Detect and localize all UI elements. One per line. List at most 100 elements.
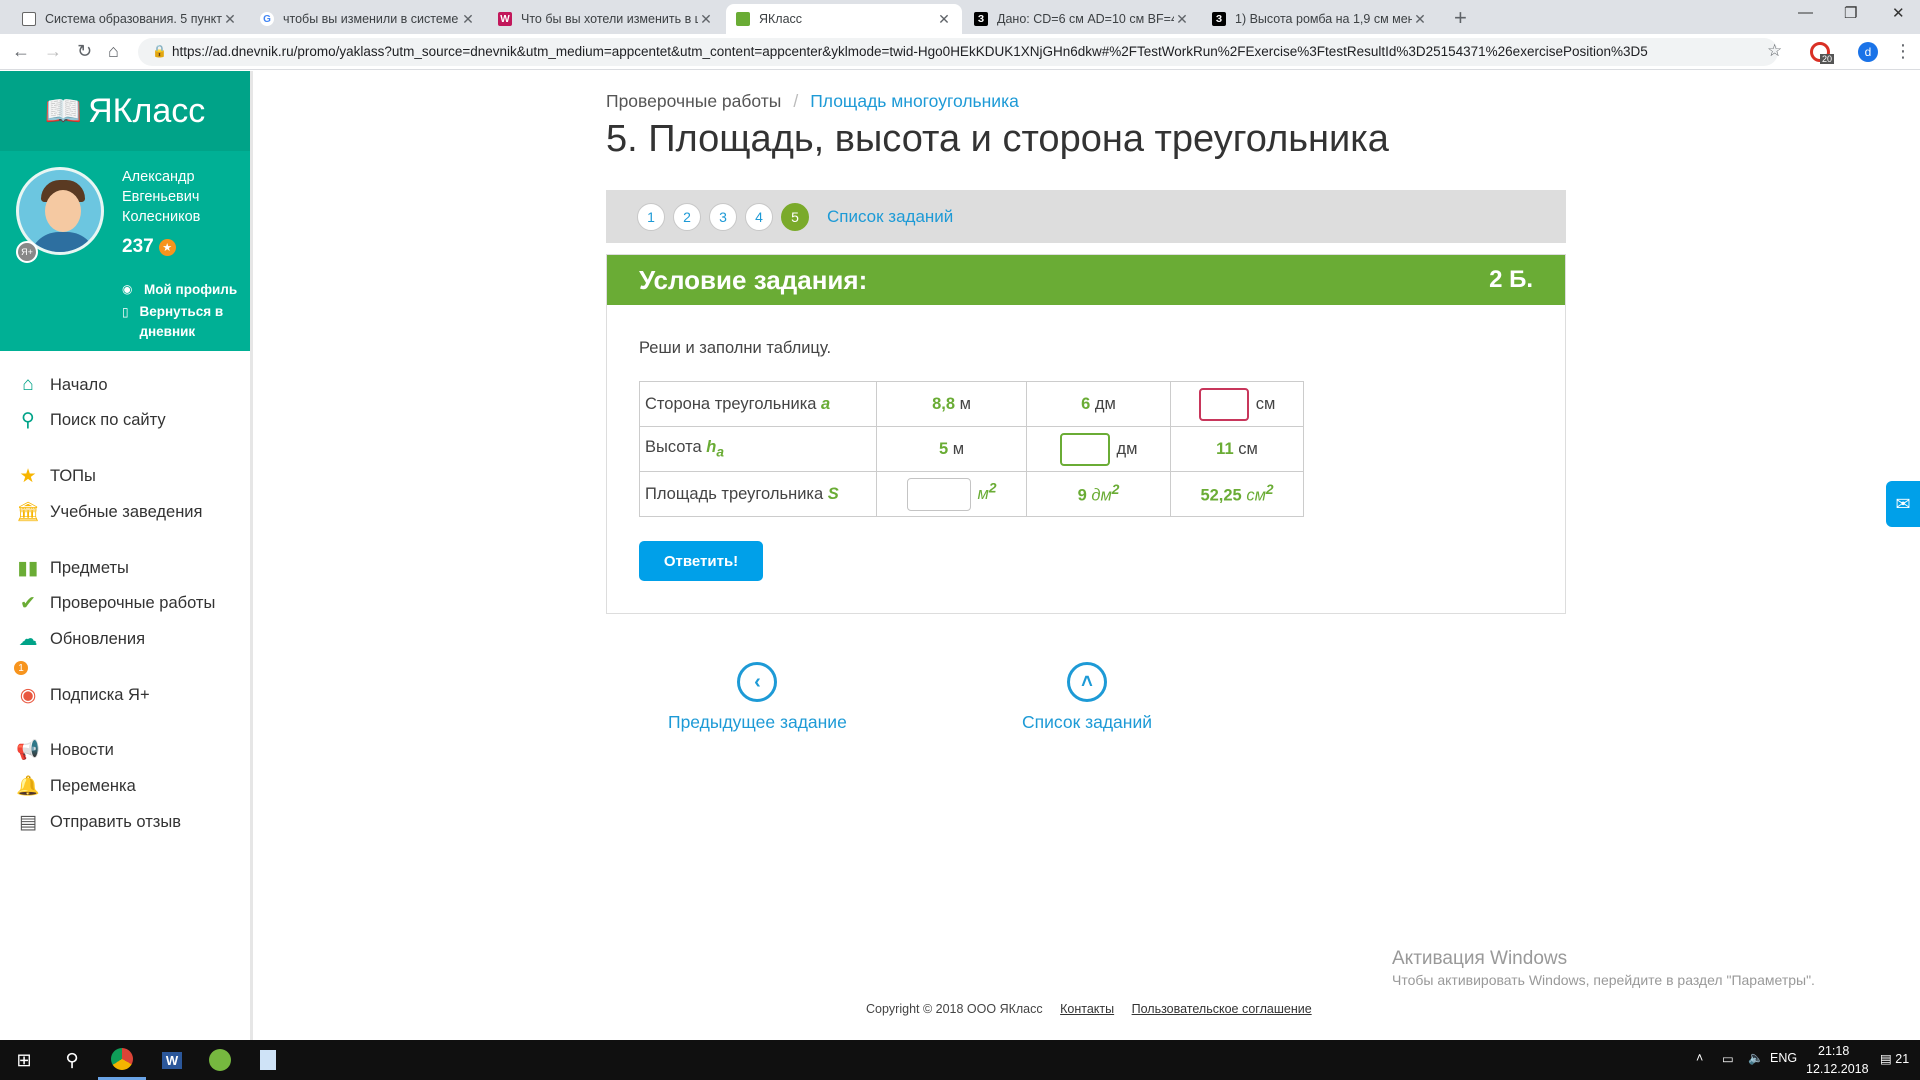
sidebar-item-news[interactable]: 📢 Новости — [16, 739, 114, 761]
search-icon[interactable]: ⚲ — [48, 1040, 96, 1080]
taskbar: ⊞ ⚲ W ˄ ▭ 🔈 ENG 21:18 12.12.2018 ▤ 21 — [0, 1040, 1920, 1080]
forward-icon[interactable]: → — [44, 41, 62, 62]
home-icon[interactable]: ⌂ — [108, 41, 119, 62]
menu-dots-icon[interactable]: ⋮ — [1894, 41, 1912, 62]
close-window-icon[interactable]: ✕ — [1892, 4, 1905, 22]
table-row: Сторона треугольника a 8,8 м 6 дм см — [639, 381, 1304, 427]
check-icon: ✔ — [20, 592, 36, 614]
sidebar-item-break[interactable]: 🔔 Переменка — [16, 775, 136, 797]
task-table: Сторона треугольника a 8,8 м 6 дм см Выс… — [639, 381, 1304, 517]
close-icon[interactable]: ✕ — [1174, 11, 1190, 28]
chrome-icon[interactable] — [98, 1040, 146, 1080]
znanija-icon: З — [974, 12, 988, 26]
browser-tab-1[interactable]: Система образования. 5 пункто ✕ — [12, 4, 248, 34]
reload-icon[interactable]: ↻ — [77, 41, 92, 62]
answer-input-area-m2[interactable] — [906, 477, 971, 511]
breadcrumb-current[interactable]: Площадь многоугольника — [810, 91, 1019, 111]
lock-icon: 🔒 — [152, 44, 167, 58]
star-icon: ★ — [158, 238, 176, 256]
close-icon[interactable]: ✕ — [460, 11, 476, 28]
sidebar-item-tests[interactable]: ✔ Проверочные работы — [16, 592, 215, 614]
bookmark-star-icon[interactable]: ☆ — [1767, 41, 1782, 61]
table-row: Площадь треугольника S м2 9 дм2 52,25 см… — [639, 471, 1304, 517]
breadcrumb-root[interactable]: Проверочные работы — [606, 91, 781, 111]
windows-watermark-text: Чтобы активировать Windows, перейдите в … — [1392, 972, 1815, 988]
step-5-current[interactable]: 5 — [781, 202, 809, 231]
profile-avatar[interactable]: d — [1858, 42, 1878, 62]
megaphone-icon: 📢 — [16, 740, 40, 761]
sidebar-item-tops[interactable]: ★ ТОПы — [16, 465, 95, 487]
table-row: Высота ha 5 м дм 11 см — [639, 426, 1304, 472]
user-name[interactable]: Александр Евгеньевич Колесников — [122, 167, 242, 227]
windows-start-icon[interactable]: ⊞ — [0, 1040, 48, 1080]
sidebar-item-feedback[interactable]: ▤ Отправить отзыв — [16, 811, 181, 833]
cloud-icon: ☁ — [18, 628, 38, 650]
sidebar-item-schools[interactable]: 🏛 Учебные заведения — [15, 501, 203, 523]
answer-input-height-dm[interactable] — [1059, 432, 1110, 466]
task-list-link[interactable]: Список заданий — [827, 207, 953, 227]
star-icon: ★ — [19, 465, 37, 487]
task-steps: 1 2 3 4 5 Список заданий — [606, 190, 1566, 243]
notification-badge: 1 — [14, 661, 28, 675]
volume-icon[interactable]: 🔈 — [1748, 1051, 1764, 1066]
agreement-link[interactable]: Пользовательское соглашение — [1132, 1002, 1312, 1016]
windows-watermark-title: Активация Windows — [1392, 948, 1568, 969]
book-icon: 📖 — [44, 94, 83, 128]
back-to-diary-link[interactable]: ▯ Вернуться в дневник — [122, 302, 242, 342]
input-language[interactable]: ENG — [1770, 1051, 1797, 1065]
contacts-link[interactable]: Контакты — [1060, 1002, 1114, 1016]
submit-answer-button[interactable]: Ответить! — [639, 541, 763, 581]
extension-badge: 20 — [1820, 54, 1835, 64]
sidebar-item-updates[interactable]: ☁ Обновления — [16, 628, 146, 650]
utorrent-icon[interactable] — [196, 1040, 244, 1080]
close-icon[interactable]: ✕ — [936, 11, 952, 28]
prev-task-link[interactable]: ‹ Предыдущее задание — [668, 662, 847, 733]
clock-time[interactable]: 21:18 — [1818, 1044, 1849, 1058]
notifications-icon[interactable]: ▤ 21 — [1880, 1051, 1909, 1066]
yaklass-logo[interactable]: 📖 ЯКласс — [0, 71, 250, 151]
answer-input-side-cm[interactable] — [1198, 387, 1249, 421]
restore-icon[interactable]: ❐ — [1844, 4, 1857, 22]
task-points: 2 Б. — [1489, 266, 1533, 293]
notepad-icon[interactable] — [244, 1040, 292, 1080]
step-1[interactable]: 1 — [637, 202, 665, 231]
clock-date[interactable]: 12.12.2018 — [1806, 1062, 1869, 1076]
minimize-icon[interactable]: — — [1798, 4, 1813, 21]
close-icon[interactable]: ✕ — [1412, 11, 1428, 28]
step-2[interactable]: 2 — [673, 202, 701, 231]
sidebar: 📖 ЯКласс Я+ Александр Евгеньевич Колесни… — [0, 71, 253, 1040]
chevron-left-icon: ‹ — [737, 662, 778, 702]
w-icon: W — [498, 12, 512, 26]
browser-tab-2[interactable]: G чтобы вы изменили в системе о ✕ — [250, 4, 486, 34]
mail-icon[interactable]: ✉ — [1886, 481, 1920, 527]
my-profile-link[interactable]: ◉ Мой профиль — [122, 282, 237, 297]
browser-tab-strip: Система образования. 5 пункто ✕ G чтобы … — [0, 0, 1920, 34]
browser-tab-6[interactable]: З 1) Высота ромба на 1,9 см мень ✕ — [1202, 4, 1438, 34]
task-header: Условие задания: 2 Б. — [607, 255, 1565, 305]
network-icon[interactable]: ▭ — [1722, 1051, 1734, 1066]
step-4[interactable]: 4 — [745, 202, 773, 231]
close-icon[interactable]: ✕ — [698, 11, 714, 28]
new-tab-icon[interactable]: + — [1454, 5, 1467, 31]
ya-plus-badge-icon: Я+ — [16, 241, 38, 263]
tray-chevron-icon[interactable]: ˄ — [1696, 1051, 1703, 1065]
institution-icon: 🏛 — [15, 502, 41, 523]
step-3[interactable]: 3 — [709, 202, 737, 231]
footer: Copyright © 2018 ООО ЯКласс Контакты Пол… — [866, 1002, 1312, 1016]
close-icon[interactable]: ✕ — [222, 11, 238, 28]
back-icon[interactable]: ← — [12, 41, 30, 62]
browser-tab-5[interactable]: З Дано: CD=6 см AD=10 см BF=4 ✕ — [964, 4, 1200, 34]
search-icon: ⚲ — [21, 409, 35, 431]
sidebar-item-search[interactable]: ⚲ Поиск по сайту — [16, 409, 166, 431]
url-input[interactable]: 🔒 https://ad.dnevnik.ru/promo/yaklass?ut… — [138, 38, 1778, 66]
browser-tab-3[interactable]: W Что бы вы хотели изменить в ш ✕ — [488, 4, 724, 34]
browser-tab-active[interactable]: ЯКласс ✕ — [726, 4, 962, 34]
sidebar-item-subscription[interactable]: ◉ Подписка Я+ — [16, 684, 150, 706]
task-list-nav-link[interactable]: ˄ Список заданий — [1022, 662, 1152, 733]
page-icon — [22, 12, 36, 26]
word-icon[interactable]: W — [148, 1040, 196, 1080]
sidebar-item-subjects[interactable]: ▮▮ Предметы — [16, 557, 129, 579]
google-icon: G — [260, 12, 274, 26]
sidebar-item-home[interactable]: ⌂ Начало — [16, 374, 107, 396]
task-instruction: Реши и заполни таблицу. — [639, 339, 832, 357]
